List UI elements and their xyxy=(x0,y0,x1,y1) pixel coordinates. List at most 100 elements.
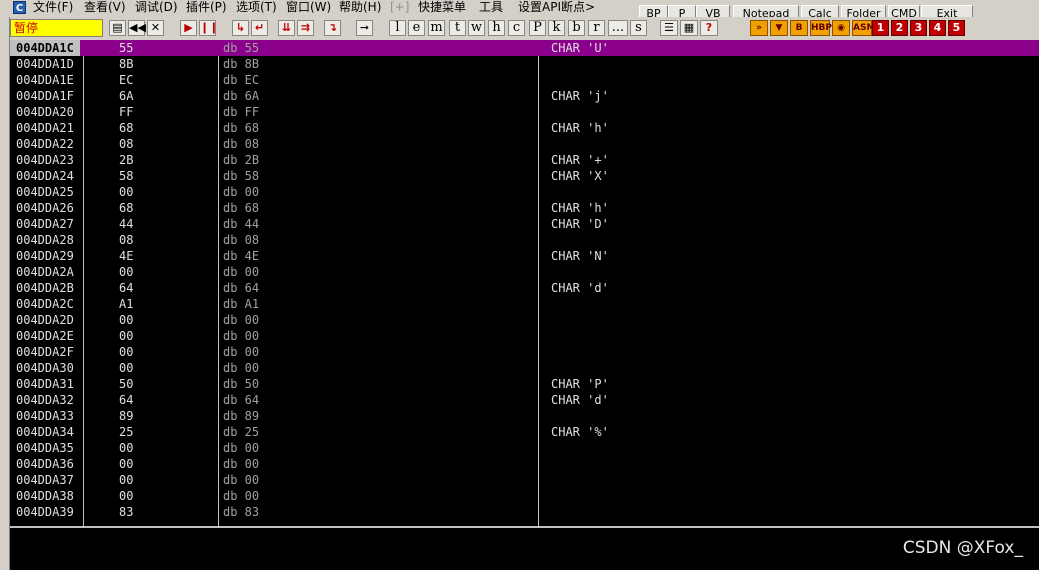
step-into-icon[interactable]: ↳ xyxy=(232,20,249,36)
help-icon[interactable]: ? xyxy=(700,20,718,36)
row-comment: CHAR 'U' xyxy=(551,41,609,55)
plugin-icon-eye[interactable]: ◉ xyxy=(832,20,850,36)
table-row[interactable]: 004DDA1C 55 db 55 CHAR 'U' xyxy=(10,40,1039,56)
trace-into-icon[interactable]: ⇊ xyxy=(278,20,295,36)
info-pane[interactable] xyxy=(10,528,1039,570)
table-row[interactable]: 004DDA2F 00 db 00 xyxy=(10,344,1039,360)
row-hex: 00 xyxy=(119,473,134,487)
row-hex: A1 xyxy=(119,297,134,311)
menu-view[interactable]: 查看(V) xyxy=(84,0,126,16)
table-row[interactable]: 004DDA39 83 db 83 xyxy=(10,504,1039,520)
row-address: 004DDA23 xyxy=(16,153,74,167)
table-row[interactable]: 004DDA2B 64 db 64 CHAR 'd' xyxy=(10,280,1039,296)
row-hex: 00 xyxy=(119,185,134,199)
table-row[interactable]: 004DDA30 00 db 00 xyxy=(10,360,1039,376)
plugin-5-icon[interactable]: 5 xyxy=(948,20,965,36)
table-row[interactable]: 004DDA24 58 db 58 CHAR 'X' xyxy=(10,168,1039,184)
fast-forward-icon[interactable]: » xyxy=(750,20,768,36)
windows-window-button[interactable]: w xyxy=(468,20,485,36)
table-row[interactable]: 004DDA21 68 db 68 CHAR 'h' xyxy=(10,120,1039,136)
row-comment: CHAR 'N' xyxy=(551,249,609,263)
table-row[interactable]: 004DDA34 25 db 25 CHAR '%' xyxy=(10,424,1039,440)
menu-plugins[interactable]: 插件(P) xyxy=(186,0,227,16)
menu-tools[interactable]: 工具 xyxy=(479,0,503,16)
menu-shortcuts[interactable]: 快捷菜单 xyxy=(418,0,466,16)
memory-window-button[interactable]: m xyxy=(428,20,445,36)
menu-set-api-breakpoint[interactable]: 设置API断点> xyxy=(518,0,595,16)
table-row[interactable]: 004DDA1D 8B db 8B xyxy=(10,56,1039,72)
menu-debug[interactable]: 调试(D) xyxy=(135,0,178,16)
row-address: 004DDA36 xyxy=(16,457,74,471)
table-row[interactable]: 004DDA28 08 db 08 xyxy=(10,232,1039,248)
pause-icon[interactable]: ❙❙ xyxy=(199,20,218,36)
cpu-disassembly-pane[interactable]: 004DDA1C 55 db 55 CHAR 'U' 004DDA1D 8B db 8B 00… xyxy=(10,40,1039,526)
call-stack-window-button[interactable]: k xyxy=(548,20,565,36)
trace-over-icon[interactable]: ⇉ xyxy=(297,20,314,36)
run-trace-window-button[interactable]: ... xyxy=(608,20,628,36)
menu-options[interactable]: 选项(T) xyxy=(236,0,277,16)
table-row[interactable]: 004DDA35 00 db 00 xyxy=(10,440,1039,456)
plugin-2-icon[interactable]: 2 xyxy=(891,20,908,36)
patches-window-button[interactable]: P xyxy=(529,20,546,36)
menu-expand[interactable]: [+] xyxy=(390,0,409,16)
table-row[interactable]: 004DDA32 64 db 64 CHAR 'd' xyxy=(10,392,1039,408)
row-hex: 89 xyxy=(119,409,134,423)
menu-window[interactable]: 窗口(W) xyxy=(286,0,331,16)
row-address: 004DDA22 xyxy=(16,137,74,151)
row-address: 004DDA33 xyxy=(16,409,74,423)
table-row[interactable]: 004DDA2A 00 db 00 xyxy=(10,264,1039,280)
options-icon[interactable]: ▦ xyxy=(680,20,698,36)
table-row[interactable]: 004DDA29 4E db 4E CHAR 'N' xyxy=(10,248,1039,264)
breakpoints-window-button[interactable]: b xyxy=(568,20,585,36)
step-over-icon[interactable]: ↵ xyxy=(251,20,268,36)
table-row[interactable]: 004DDA20 FF db FF xyxy=(10,104,1039,120)
table-row[interactable]: 004DDA26 68 db 68 CHAR 'h' xyxy=(10,200,1039,216)
plugin-icon-va[interactable]: ▼ xyxy=(770,20,788,36)
list-icon[interactable]: ☰ xyxy=(660,20,678,36)
threads-window-button[interactable]: t xyxy=(449,20,466,36)
modules-window-button[interactable]: e xyxy=(408,20,425,36)
plugin-4-icon[interactable]: 4 xyxy=(929,20,946,36)
table-row[interactable]: 004DDA27 44 db 44 CHAR 'D' xyxy=(10,216,1039,232)
table-row[interactable]: 004DDA22 08 db 08 xyxy=(10,136,1039,152)
table-row[interactable]: 004DDA2C A1 db A1 xyxy=(10,296,1039,312)
table-row[interactable]: 004DDA31 50 db 50 CHAR 'P' xyxy=(10,376,1039,392)
row-disassembly: db 08 xyxy=(223,137,260,151)
table-row[interactable]: 004DDA2D 00 db 00 xyxy=(10,312,1039,328)
close-icon[interactable]: ✕ xyxy=(147,20,164,36)
row-comment: CHAR 'd' xyxy=(551,281,609,295)
table-row[interactable]: 004DDA23 2B db 2B CHAR '+' xyxy=(10,152,1039,168)
row-disassembly: db 00 xyxy=(223,361,260,375)
cpu-window-button[interactable]: c xyxy=(508,20,525,36)
open-icon[interactable]: ▤ xyxy=(109,20,126,36)
run-icon[interactable]: ▶ xyxy=(180,20,197,36)
table-row[interactable]: 004DDA33 89 db 89 xyxy=(10,408,1039,424)
menu-help[interactable]: 帮助(H) xyxy=(339,0,381,16)
row-address: 004DDA2C xyxy=(16,297,74,311)
row-disassembly: db 68 xyxy=(223,201,260,215)
plugin-1-icon[interactable]: 1 xyxy=(872,20,889,36)
handles-window-button[interactable]: h xyxy=(488,20,505,36)
execute-till-return-icon[interactable]: ↴ xyxy=(324,20,341,36)
references-window-button[interactable]: r xyxy=(588,20,605,36)
row-address: 004DDA1E xyxy=(16,73,74,87)
row-disassembly: db FF xyxy=(223,105,260,119)
plugin-icon-b[interactable]: B xyxy=(790,20,808,36)
row-hex: 4E xyxy=(119,249,134,263)
table-row[interactable]: 004DDA1F 6A db 6A CHAR 'j' xyxy=(10,88,1039,104)
table-row[interactable]: 004DDA36 00 db 00 xyxy=(10,456,1039,472)
row-address: 004DDA30 xyxy=(16,361,74,375)
goto-icon[interactable]: ➞ xyxy=(356,20,373,36)
table-row[interactable]: 004DDA1E EC db EC xyxy=(10,72,1039,88)
table-row[interactable]: 004DDA2E 00 db 00 xyxy=(10,328,1039,344)
menu-file[interactable]: 文件(F) xyxy=(33,0,73,16)
hardware-breakpoint-icon[interactable]: HBP xyxy=(810,20,832,36)
restart-icon[interactable]: ◀◀ xyxy=(128,20,146,36)
table-row[interactable]: 004DDA38 00 db 00 xyxy=(10,488,1039,504)
log-window-button[interactable]: l xyxy=(389,20,406,36)
plugin-3-icon[interactable]: 3 xyxy=(910,20,927,36)
table-row[interactable]: 004DDA25 00 db 00 xyxy=(10,184,1039,200)
asm-icon[interactable]: ASM xyxy=(852,20,875,36)
source-window-button[interactable]: s xyxy=(630,20,647,36)
table-row[interactable]: 004DDA37 00 db 00 xyxy=(10,472,1039,488)
